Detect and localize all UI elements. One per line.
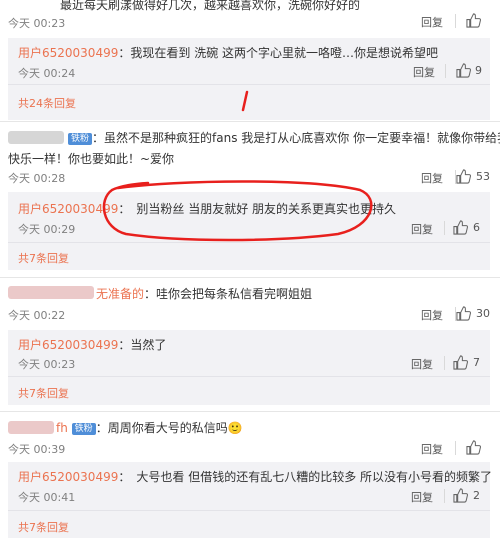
reply-text: 当然了 xyxy=(130,338,167,352)
reply-username[interactable]: 用户6520030499 xyxy=(18,338,118,352)
comment-time: 今天 00:39 xyxy=(8,443,66,456)
divider xyxy=(445,64,446,78)
reply-box: 用户6520030499： 大号也看 但借钱的还有乱七八糟的比较多 所以没有小号看… xyxy=(8,462,493,538)
divider xyxy=(8,376,490,377)
divider xyxy=(444,356,445,370)
like-count: 7 xyxy=(473,356,480,369)
like-count: 9 xyxy=(475,64,482,77)
comment-username[interactable]: fh xyxy=(56,421,68,435)
like-icon[interactable] xyxy=(456,63,471,78)
fan-badge: 铁粉 xyxy=(71,423,96,435)
like-icon[interactable] xyxy=(466,13,481,28)
reply-button[interactable]: 回复 xyxy=(413,64,435,80)
like-icon[interactable] xyxy=(456,169,471,184)
comment-text: fh 铁粉 ：周周你看大号的私信吗🙂 xyxy=(56,421,243,435)
divider xyxy=(0,121,500,122)
more-replies-link[interactable]: 共24条回复 xyxy=(18,95,76,111)
divider xyxy=(444,489,445,503)
reply-time: 今天 00:24 xyxy=(18,67,76,80)
reply-username[interactable]: 用户6520030499 xyxy=(18,470,118,484)
reply-text: 大号也看 但借钱的还有乱七八糟的比较多 所以没有小号看的频繁了 xyxy=(136,470,493,484)
divider xyxy=(455,14,456,28)
fan-badge: 铁粉 xyxy=(68,133,93,145)
divider xyxy=(444,221,445,235)
reply-item: 用户6520030499：当然了 xyxy=(18,338,167,352)
more-replies-link[interactable]: 共7条回复 xyxy=(18,519,69,535)
divider xyxy=(0,277,500,278)
reply-item: 用户6520030499：我现在看到 洗碗 这两个字心里就一咯噔…你是想说希望吧 xyxy=(18,46,439,60)
annotation-stroke xyxy=(241,90,249,112)
reply-button[interactable]: 回复 xyxy=(421,14,443,30)
reply-username[interactable]: 用户6520030499 xyxy=(18,46,118,60)
reply-text: 我现在看到 洗碗 这两个字心里就一咯噔…你是想说希望吧 xyxy=(130,46,439,60)
divider xyxy=(8,84,490,85)
like-icon[interactable] xyxy=(453,355,468,370)
comment-text: 最近每天刷漾做得好几次，越来越喜欢你，洗碗你好好的 xyxy=(60,0,361,12)
divider xyxy=(0,411,500,412)
like-icon[interactable] xyxy=(466,440,481,455)
reply-button[interactable]: 回复 xyxy=(411,356,433,372)
comment-username[interactable]: 无准备的 xyxy=(96,287,144,301)
like-icon[interactable] xyxy=(453,488,468,503)
more-replies-link[interactable]: 共7条回复 xyxy=(18,385,69,401)
comment-time: 今天 00:28 xyxy=(8,172,66,185)
comment-text: 铁粉 ：虽然不是那种疯狂的fans 我是打从心底喜欢你 你一定要幸福！就像你带给我… xyxy=(68,129,500,146)
reply-button[interactable]: 回复 xyxy=(411,489,433,505)
comment-text: 无准备的：哇你会把每条私信看完啊姐姐 xyxy=(96,287,313,301)
comment-time: 今天 00:23 xyxy=(8,17,66,30)
more-replies-link[interactable]: 共7条回复 xyxy=(18,250,69,266)
blurred-username xyxy=(8,421,54,434)
reply-item: 用户6520030499： 大号也看 但借钱的还有乱七八糟的比较多 所以没有小号看… xyxy=(18,470,493,484)
like-count: 2 xyxy=(473,489,480,502)
blurred-username xyxy=(8,131,64,144)
reply-time: 今天 00:29 xyxy=(18,223,76,236)
like-count: 30 xyxy=(476,307,490,320)
reply-button[interactable]: 回复 xyxy=(421,441,443,457)
reply-button[interactable]: 回复 xyxy=(421,307,443,323)
comment-time: 今天 00:22 xyxy=(8,309,66,322)
like-count: 53 xyxy=(476,170,490,183)
like-count: 6 xyxy=(473,221,480,234)
divider xyxy=(455,441,456,455)
reply-time: 今天 00:23 xyxy=(18,358,76,371)
emoji-icon: 🙂 xyxy=(227,421,243,435)
reply-box: 用户6520030499：当然了 今天 00:23 回复 7 共7条回复 xyxy=(8,330,490,405)
divider xyxy=(8,510,490,511)
annotation-circle xyxy=(102,180,373,242)
comment-text-line2: 快乐一样！你也要如此！~爱你 xyxy=(8,152,175,166)
reply-time: 今天 00:41 xyxy=(18,491,76,504)
like-icon[interactable] xyxy=(453,220,468,235)
reply-button[interactable]: 回复 xyxy=(411,221,433,237)
like-icon[interactable] xyxy=(456,306,471,321)
reply-button[interactable]: 回复 xyxy=(421,170,443,186)
blurred-username xyxy=(8,286,94,299)
divider xyxy=(8,242,490,243)
